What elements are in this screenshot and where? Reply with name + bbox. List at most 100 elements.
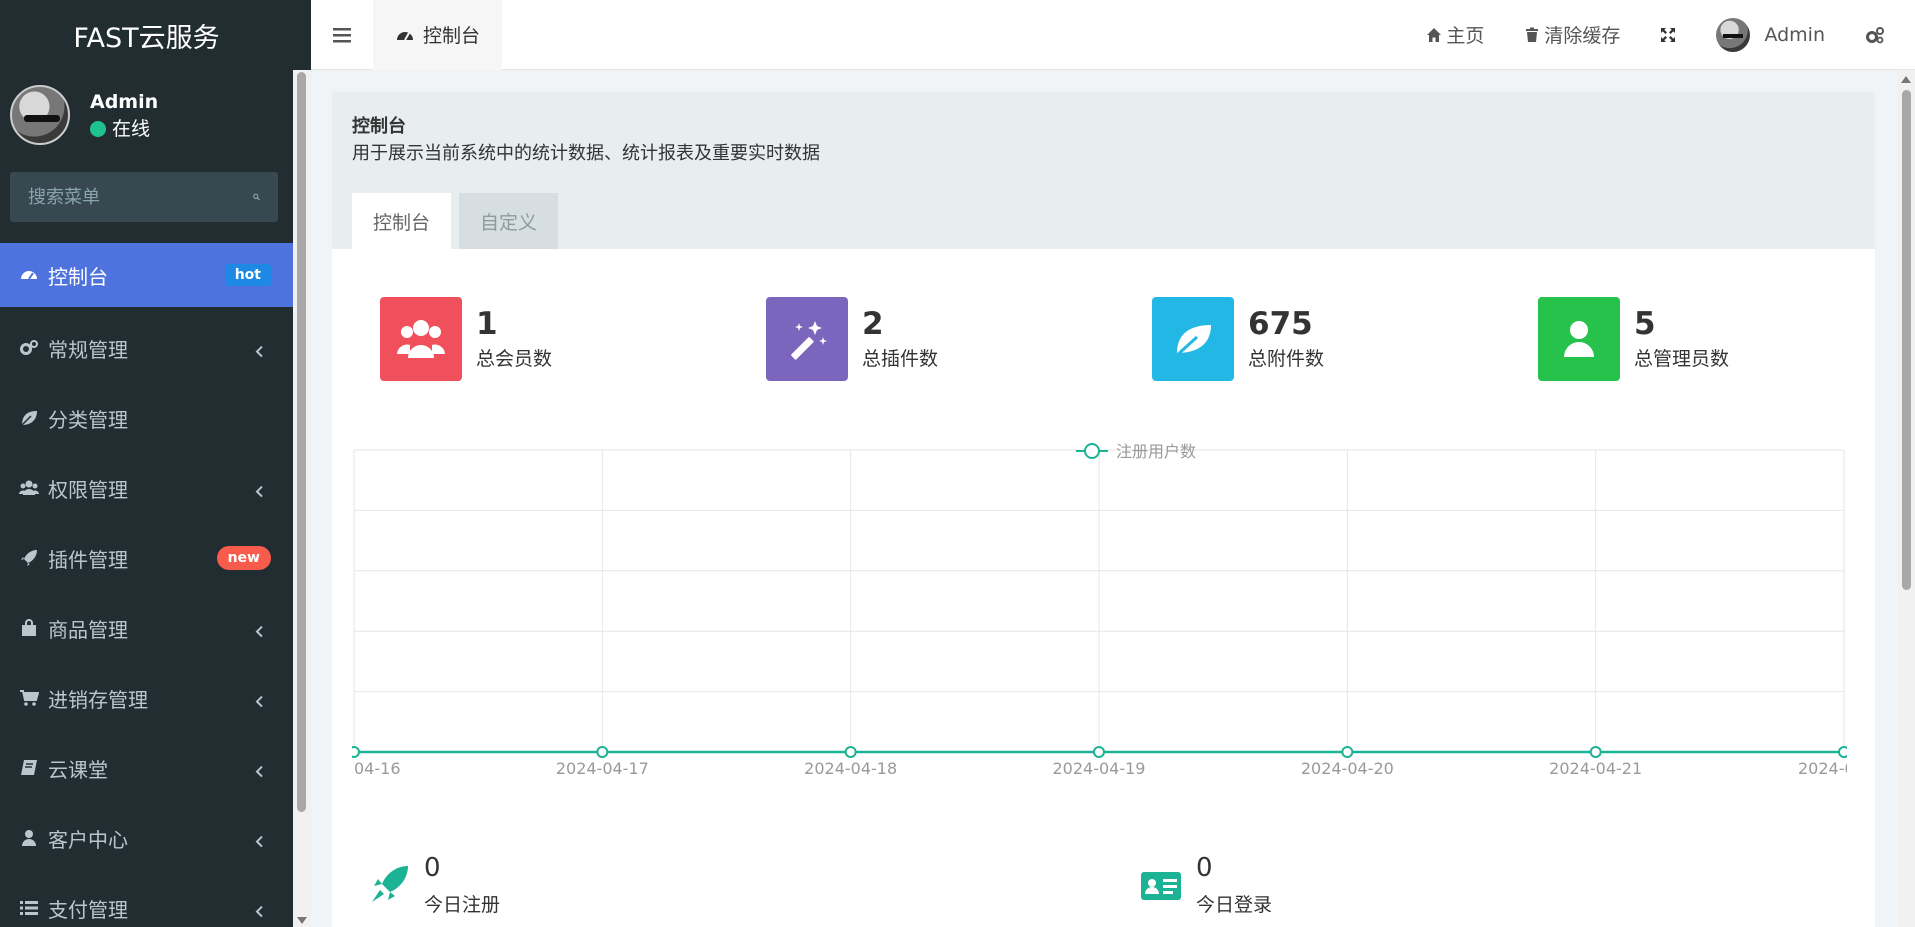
x-tick-label: 2024-04-21 — [1549, 759, 1642, 778]
clear-cache-button[interactable]: 清除缓存 — [1504, 0, 1640, 70]
x-tick-label: 2024-04-18 — [804, 759, 897, 778]
id-card-icon — [1141, 872, 1181, 900]
stat-plugins: 2 总插件数 — [766, 297, 938, 381]
tab-label: 控制台 — [423, 25, 481, 47]
book-icon — [18, 757, 40, 779]
stat-value: 5 — [1634, 306, 1656, 342]
line-chart: 04-16 2024-04-17 2024-04-18 2024-04-19 2024-… — [348, 442, 1865, 778]
admin-menu[interactable]: Admin — [1696, 0, 1845, 70]
panel-tabs: 控制台 自定义 — [352, 193, 566, 249]
leaf-icon — [18, 407, 40, 429]
registration-chart: 04-16 2024-04-17 2024-04-18 2024-04-19 2024-… — [348, 437, 1865, 837]
rocket-icon — [372, 866, 408, 902]
data-point — [1838, 746, 1850, 758]
search-icon[interactable] — [253, 187, 260, 207]
fullscreen-button[interactable] — [1640, 0, 1696, 70]
stat-value: 0 — [424, 853, 441, 883]
home-link[interactable]: 主页 — [1406, 0, 1504, 70]
stat-label: 今日注册 — [424, 894, 501, 916]
users-icon — [18, 477, 40, 499]
x-tick-label: 2024-04-17 — [556, 759, 649, 778]
today-register: 0 今日注册 — [368, 850, 500, 920]
cart-icon — [18, 687, 40, 709]
clear-cache-label: 清除缓存 — [1544, 25, 1621, 47]
trash-icon — [1526, 27, 1539, 42]
chevron-left-icon — [255, 485, 263, 498]
status-label: 在线 — [112, 118, 151, 140]
search-input[interactable] — [28, 186, 253, 208]
tab-dashboard[interactable]: 控制台 — [373, 0, 503, 70]
stat-attachments: 675 总附件数 — [1152, 297, 1324, 381]
today-login: 0 今日登录 — [1140, 850, 1272, 920]
chevron-left-icon — [255, 345, 263, 358]
panel-description: 用于展示当前系统中的统计数据、统计报表及重要实时数据 — [352, 143, 820, 164]
menu-search — [10, 172, 278, 222]
stat-label: 总管理员数 — [1634, 348, 1730, 370]
data-point — [1589, 746, 1602, 758]
sidebar-item-products[interactable]: 商品管理 — [0, 593, 293, 663]
list-icon — [18, 897, 40, 919]
chevron-left-icon — [255, 695, 263, 708]
user-icon — [1538, 297, 1620, 381]
home-label: 主页 — [1446, 25, 1485, 47]
sidebar-scrollbar[interactable] — [293, 70, 311, 927]
scroll-up-arrow-icon[interactable] — [1901, 76, 1911, 83]
x-tick-label: 2024-04-20 — [1301, 759, 1394, 778]
hamburger-icon — [333, 27, 351, 42]
admin-label: Admin — [1764, 23, 1825, 46]
sidebar-item-customers[interactable]: 客户中心 — [0, 803, 293, 873]
avatar — [10, 85, 70, 145]
stat-value: 2 — [862, 306, 884, 342]
menu-toggle-button[interactable] — [311, 0, 373, 70]
cogs-icon — [18, 337, 40, 359]
sidebar-item-permissions[interactable]: 权限管理 — [0, 453, 293, 523]
dashboard-panel: 控制台 用于展示当前系统中的统计数据、统计报表及重要实时数据 控制台 自定义 1… — [332, 92, 1875, 927]
main-scrollbar[interactable] — [1898, 70, 1915, 927]
sidebar-item-plugins[interactable]: 插件管理 new — [0, 523, 293, 593]
stat-value: 675 — [1248, 306, 1313, 342]
scrollbar-thumb[interactable] — [1902, 90, 1911, 590]
sidebar-item-general[interactable]: 常规管理 — [0, 313, 293, 383]
shopping-bag-icon — [18, 617, 40, 639]
tab-dashboard[interactable]: 控制台 — [352, 193, 452, 249]
users-icon — [380, 297, 462, 381]
today-stats: 0 今日注册 0 今日登录 — [368, 850, 1818, 927]
scroll-down-arrow-icon[interactable] — [297, 917, 307, 924]
data-point — [1093, 746, 1105, 758]
sidebar-item-label: 分类管理 — [48, 407, 128, 432]
avatar — [1716, 17, 1751, 52]
sidebar-item-dashboard[interactable]: 控制台 hot — [0, 243, 293, 307]
app-logo[interactable]: FAST云服务 — [0, 0, 293, 70]
dashboard-icon — [18, 264, 40, 286]
chevron-left-icon — [255, 835, 263, 848]
sidebar-item-classroom[interactable]: 云课堂 — [0, 733, 293, 803]
scrollbar-thumb[interactable] — [297, 72, 306, 812]
stat-label: 总会员数 — [476, 348, 553, 370]
user-name: Admin — [90, 91, 159, 113]
stat-value: 1 — [476, 306, 498, 342]
legend-label: 注册用户数 — [1116, 442, 1196, 461]
dashboard-icon — [397, 31, 413, 40]
x-tick-label: 2024-04 — [1798, 759, 1847, 778]
leaf-icon — [1152, 297, 1234, 381]
new-badge: new — [216, 546, 271, 570]
tab-custom[interactable]: 自定义 — [459, 193, 559, 249]
chevron-left-icon — [255, 905, 263, 918]
stat-label: 总插件数 — [862, 348, 939, 370]
user-icon — [18, 827, 40, 849]
sidebar-item-category[interactable]: 分类管理 — [0, 383, 293, 453]
sidebar-item-inventory[interactable]: 进销存管理 — [0, 663, 293, 733]
stats-row: 1 总会员数 2 总插件数 675 总附件数 5 总管理员数 — [380, 297, 1860, 381]
stat-label: 总附件数 — [1248, 348, 1325, 370]
sidebar-menu: 控制台 hot 常规管理 分类管理 权限管理 插件管理 new 商品管理 进销存… — [0, 243, 293, 927]
data-point — [596, 746, 609, 758]
data-point — [844, 746, 857, 758]
panel-title: 控制台 — [352, 116, 406, 137]
hot-badge: hot — [224, 264, 271, 286]
rocket-icon — [18, 547, 40, 569]
user-status: 在线 — [90, 116, 158, 142]
sidebar-item-payments[interactable]: 支付管理 — [0, 873, 293, 927]
x-tick-label: 04-16 — [354, 759, 401, 778]
settings-button[interactable] — [1845, 0, 1915, 70]
cogs-icon — [1866, 26, 1884, 43]
